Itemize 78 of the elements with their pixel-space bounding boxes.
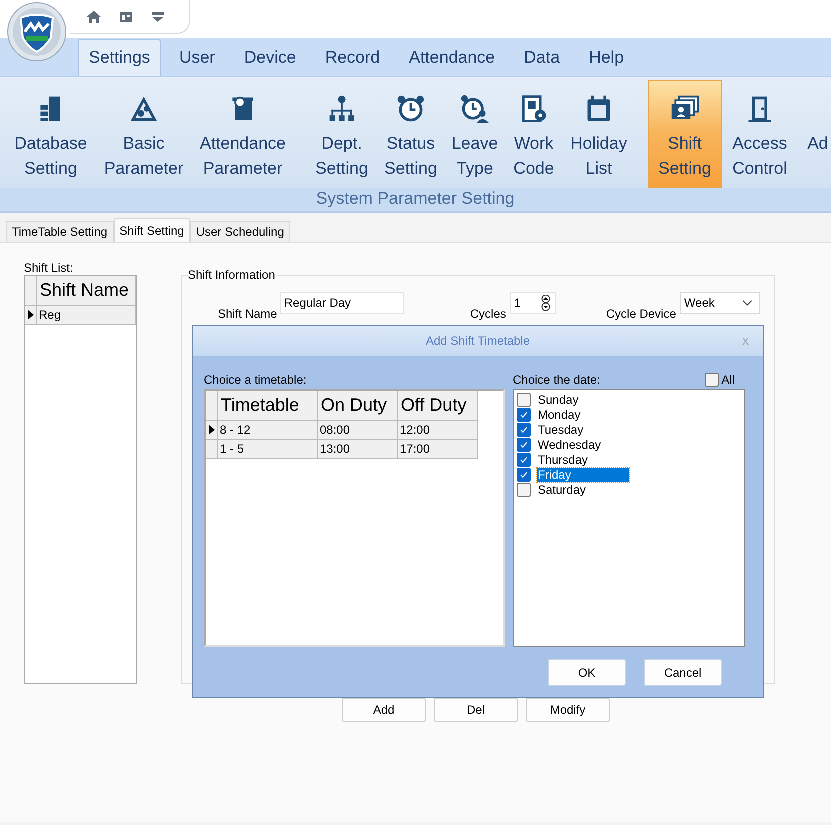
chevron-down-icon xyxy=(742,300,754,306)
field-label: Shift Name xyxy=(218,307,278,321)
day-checkbox[interactable] xyxy=(517,392,531,406)
day-checkbox[interactable] xyxy=(517,438,531,452)
sub-tab[interactable]: Shift Setting xyxy=(114,218,190,242)
column-header[interactable]: Off Duty xyxy=(398,391,478,421)
date-label: Choice the date: xyxy=(513,373,600,389)
sub-tab[interactable]: User Scheduling xyxy=(190,221,290,242)
spinner-arrows-icon[interactable] xyxy=(540,295,552,311)
day-list[interactable]: Sunday Monday Tuesday Wednesday Thursday Friday Saturday xyxy=(513,389,745,647)
day-item[interactable]: Sunday xyxy=(537,392,580,406)
ribbon-button[interactable]: Access Control xyxy=(724,80,796,188)
action-button[interactable]: Del xyxy=(434,698,518,722)
day-checkbox[interactable] xyxy=(517,408,531,422)
ribbon-button[interactable]: Basic Parameter xyxy=(98,80,190,188)
row-header[interactable] xyxy=(206,421,218,440)
menu-tab[interactable]: Record xyxy=(314,39,392,76)
day-checkbox[interactable] xyxy=(517,422,531,436)
timetable-grid[interactable]: Timetable On Duty Off Duty 8 - 12 08:00 12:00 1 - 5 13:00 17:00 xyxy=(204,389,505,647)
day-item[interactable]: Saturday xyxy=(537,482,588,496)
action-button[interactable]: Add xyxy=(342,698,426,722)
ribbon-group-label: System Parameter Setting xyxy=(0,188,831,210)
table-cell[interactable]: 1 - 5 xyxy=(218,440,318,459)
checkbox[interactable] xyxy=(704,373,719,387)
cycles-spinner[interactable]: 1 xyxy=(510,292,556,314)
ribbon-button[interactable]: Shift Setting xyxy=(648,80,722,188)
action-button[interactable]: Modify xyxy=(526,698,610,722)
menu-tab[interactable]: User xyxy=(168,39,226,76)
ribbon-button[interactable]: Leave Type xyxy=(446,80,504,188)
menu-tab[interactable]: Device xyxy=(233,39,308,76)
ribbon-button[interactable]: Status Setting xyxy=(378,80,444,188)
org-chart-icon xyxy=(327,94,357,124)
table-cell[interactable]: 12:00 xyxy=(398,421,478,440)
day-item[interactable]: Wednesday xyxy=(537,438,602,452)
day-item[interactable]: Monday xyxy=(537,408,582,422)
shift-list-label: Shift List: xyxy=(24,261,74,275)
field-label: Cycles xyxy=(470,307,506,321)
home-icon[interactable] xyxy=(86,8,102,24)
day-checkbox[interactable] xyxy=(517,482,531,496)
dialog-button[interactable]: Cancel xyxy=(644,659,722,686)
day-checkbox[interactable] xyxy=(517,468,531,482)
table-cell[interactable]: 08:00 xyxy=(318,421,398,440)
ribbon-button[interactable]: Ad xyxy=(798,80,831,188)
menu-tab[interactable]: Attendance xyxy=(398,39,506,76)
timetable-label: Choice a timetable: xyxy=(204,373,308,389)
menu-tab[interactable]: Settings xyxy=(78,39,162,76)
shift-list-grid[interactable]: Shift Name Reg xyxy=(24,275,137,684)
day-checkbox[interactable] xyxy=(517,452,531,466)
alarm-clock-icon xyxy=(396,94,426,124)
dialog-title: Add Shift Timetable xyxy=(426,334,530,348)
all-checkbox[interactable]: All xyxy=(704,373,735,387)
row-pointer-icon xyxy=(28,310,34,320)
day-item[interactable]: Friday xyxy=(537,468,629,482)
table-cell[interactable]: 8 - 12 xyxy=(218,421,318,440)
column-header[interactable]: On Duty xyxy=(318,391,398,421)
ribbon-button[interactable]: Attendance Parameter xyxy=(192,80,294,188)
field-label: Cycle Device xyxy=(606,307,676,321)
day-item[interactable]: Thursday xyxy=(537,452,590,466)
ribbon-button[interactable]: Database Setting xyxy=(6,80,96,188)
column-header[interactable]: Shift Name xyxy=(37,276,136,306)
row-pointer-icon xyxy=(208,425,214,435)
clock-person-icon xyxy=(460,94,490,124)
ribbon-button[interactable]: Holiday List xyxy=(564,80,634,188)
group-title: Shift Information xyxy=(188,268,278,282)
row-header[interactable] xyxy=(25,306,37,325)
ribbon-button[interactable]: Work Code xyxy=(506,80,562,188)
shift-name-field[interactable]: Regular Day xyxy=(280,292,404,314)
table-cell[interactable]: 13:00 xyxy=(318,440,398,459)
menu-tab[interactable]: Help xyxy=(578,39,636,76)
ribbon-button[interactable]: Dept. Setting xyxy=(308,80,376,188)
dialog-button[interactable]: OK xyxy=(548,659,626,686)
menu-tab[interactable]: Data xyxy=(513,39,572,76)
sub-tab[interactable]: TimeTable Setting xyxy=(6,221,114,242)
table-cell[interactable]: 17:00 xyxy=(398,440,478,459)
cycle-device-dropdown[interactable]: Week xyxy=(680,292,760,314)
day-item[interactable]: Tuesday xyxy=(537,422,585,436)
table-cell[interactable]: Reg xyxy=(37,306,136,325)
column-header[interactable]: Timetable xyxy=(218,391,318,421)
